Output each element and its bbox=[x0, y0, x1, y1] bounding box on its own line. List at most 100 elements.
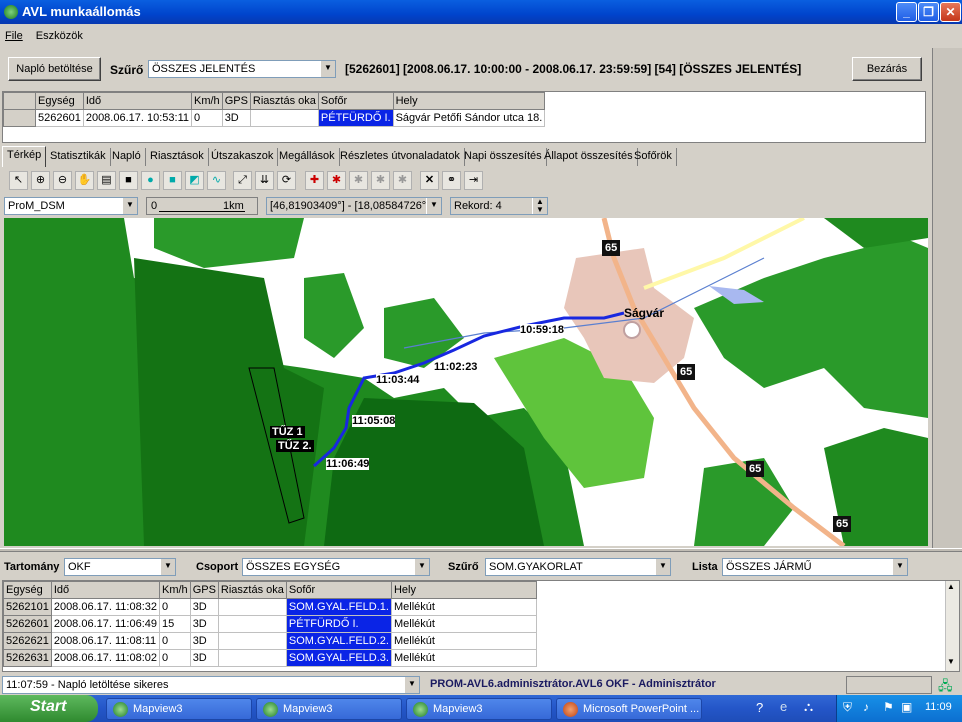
report-filter-select[interactable]: ÖSSZES JELENTÉS ▼ bbox=[148, 60, 336, 78]
coordinate-value: [46,81903409°] - [18,08584726°] bbox=[270, 200, 430, 212]
polygon-tool-icon[interactable]: ◩ bbox=[185, 171, 204, 190]
tab-stops[interactable]: Megállások bbox=[275, 148, 340, 166]
tray-flag-icon[interactable]: ⚑ bbox=[883, 700, 894, 714]
table-row[interactable]: 5262621 2008.06.17. 11:08:11 0 3D SOM.GY… bbox=[3, 632, 537, 650]
menu-file[interactable]: File bbox=[0, 28, 28, 44]
tray-network-icon[interactable]: ⛬ bbox=[804, 699, 813, 715]
zoom-extent-icon[interactable]: ⤢ bbox=[233, 171, 252, 190]
tab-statistics[interactable]: Statisztikák bbox=[46, 148, 111, 166]
coordinate-select[interactable]: [46,81903409°] - [18,08584726°] ▼ bbox=[266, 197, 442, 215]
mapview-icon bbox=[113, 702, 128, 717]
minimize-button[interactable]: _ bbox=[896, 2, 917, 22]
row-header bbox=[3, 109, 36, 127]
tab-map[interactable]: Térkép bbox=[2, 146, 47, 167]
taskbar-item-mapview-3[interactable]: Mapview3 bbox=[406, 698, 552, 720]
circle-tool-icon[interactable]: ● bbox=[141, 171, 160, 190]
splitter[interactable] bbox=[0, 548, 962, 552]
zoom-track-icon[interactable]: ⇊ bbox=[255, 171, 274, 190]
col-header-place[interactable]: Hely bbox=[390, 581, 537, 599]
bottom-filter-value: SOM.GYAKORLAT bbox=[489, 561, 583, 573]
marker-remove-icon[interactable]: ✱ bbox=[327, 171, 346, 190]
col-header-gps[interactable]: GPS bbox=[189, 581, 219, 599]
cell-time: 2008.06.17. 11:08:32 bbox=[50, 598, 161, 616]
start-button[interactable]: Start bbox=[0, 695, 98, 722]
col-header-driver[interactable]: Sofőr bbox=[317, 92, 394, 110]
clear-icon[interactable]: ✕ bbox=[420, 171, 439, 190]
map-view[interactable]: Ságvár 65 65 65 65 10:59:18 11:02:23 11:… bbox=[4, 218, 928, 546]
square-tool-icon[interactable]: ■ bbox=[163, 171, 182, 190]
scale-line bbox=[159, 211, 245, 212]
col-header-time[interactable]: Idő bbox=[50, 581, 161, 599]
table-row[interactable]: 5262101 2008.06.17. 11:08:32 0 3D SOM.GY… bbox=[3, 598, 537, 616]
refresh-map-icon[interactable]: ⟳ bbox=[277, 171, 296, 190]
report-filter-value: ÖSSZES JELENTÉS bbox=[152, 63, 256, 75]
pointer-tool-icon[interactable]: ↖ bbox=[9, 171, 28, 190]
bottom-filter-select[interactable]: SOM.GYAKORLAT ▼ bbox=[485, 558, 671, 576]
col-header-place[interactable]: Hely bbox=[392, 92, 546, 110]
app-window: AVL munkaállomás _ ❐ ✕ File Eszközök Nap… bbox=[0, 0, 962, 722]
group-select[interactable]: ÖSSZES EGYSÉG ▼ bbox=[242, 558, 430, 576]
tray-monitor-icon[interactable]: ▣ bbox=[901, 700, 912, 714]
table-row[interactable]: 5262601 2008.06.17. 11:06:49 15 3D PÉTFÜ… bbox=[3, 615, 537, 633]
binoculars-icon[interactable]: ⚭ bbox=[442, 171, 461, 190]
label-tool-icon[interactable]: ▤ bbox=[97, 171, 116, 190]
record-stepper[interactable]: Rekord: 4 ▲ ▼ bbox=[450, 197, 548, 215]
domain-select[interactable]: OKF ▼ bbox=[64, 558, 176, 576]
taskbar-item-mapview-1[interactable]: Mapview3 bbox=[106, 698, 252, 720]
export-icon[interactable]: ⇥ bbox=[464, 171, 483, 190]
select-rect-icon[interactable]: ■ bbox=[119, 171, 138, 190]
vehicle-table-scrollbar[interactable]: ▲ ▼ bbox=[945, 581, 959, 671]
col-header-speed[interactable]: Km/h bbox=[159, 581, 191, 599]
log-status-select[interactable]: 11:07:59 - Napló letöltése sikeres ▼ bbox=[2, 676, 420, 694]
clock[interactable]: 11:09 bbox=[925, 701, 952, 713]
col-header-alarm[interactable]: Riasztás oka bbox=[249, 92, 319, 110]
chevron-down-icon: ▼ bbox=[404, 677, 419, 693]
scroll-up-icon[interactable]: ▲ bbox=[947, 582, 955, 591]
zoom-out-icon[interactable]: ⊖ bbox=[53, 171, 72, 190]
load-log-button[interactable]: Napló betöltése bbox=[8, 57, 101, 81]
map-canvas[interactable] bbox=[4, 218, 928, 546]
cell-gps: 3D bbox=[189, 649, 219, 667]
polyline-tool-icon[interactable]: ∿ bbox=[207, 171, 226, 190]
col-header-speed[interactable]: Km/h bbox=[191, 92, 223, 110]
marker-disabled-3-icon: ✱ bbox=[393, 171, 412, 190]
tab-status-summary[interactable]: Állapot összesítés bbox=[540, 148, 638, 166]
chevron-down-icon: ▼ bbox=[655, 559, 670, 575]
col-header-driver[interactable]: Sofőr bbox=[285, 581, 392, 599]
menu-tools[interactable]: Eszközök bbox=[31, 28, 88, 44]
tab-drivers[interactable]: Sofőrök bbox=[630, 148, 677, 166]
tab-segments[interactable]: Útszakaszok bbox=[207, 148, 279, 166]
tray-ie-icon[interactable]: e bbox=[780, 699, 787, 714]
col-header-unit[interactable]: Egység bbox=[35, 92, 84, 110]
tab-route-details[interactable]: Részletes útvonaladatok bbox=[336, 148, 465, 166]
zoom-in-icon[interactable]: ⊕ bbox=[31, 171, 50, 190]
tray-volume-icon[interactable]: ♪ bbox=[863, 700, 869, 714]
tab-alarms[interactable]: Riasztások bbox=[146, 148, 209, 166]
table-row[interactable]: 5262601 2008.06.17. 10:53:11 0 3D PÉTFÜR… bbox=[3, 109, 546, 127]
taskbar-item-powerpoint[interactable]: Microsoft PowerPoint ... bbox=[556, 698, 702, 720]
maximize-button[interactable]: ❐ bbox=[918, 2, 939, 22]
table-row[interactable]: 5262631 2008.06.17. 11:08:02 0 3D SOM.GY… bbox=[3, 649, 537, 667]
map-layer-select[interactable]: ProM_DSM ▼ bbox=[4, 197, 138, 215]
cell-unit: 5262601 bbox=[35, 109, 84, 127]
col-header-unit[interactable]: Egység bbox=[3, 581, 52, 599]
taskbar-item-mapview-2[interactable]: Mapview3 bbox=[256, 698, 402, 720]
col-header-alarm[interactable]: Riasztás oka bbox=[217, 581, 287, 599]
scroll-down-icon[interactable]: ▼ bbox=[947, 657, 955, 666]
task-label: Microsoft PowerPoint ... bbox=[583, 703, 700, 715]
tray-shield-icon[interactable]: ⛨ bbox=[843, 700, 852, 715]
tab-daily-summary[interactable]: Napi összesítés bbox=[460, 148, 547, 166]
cell-unit: 5262621 bbox=[3, 632, 52, 650]
col-header-gps[interactable]: GPS bbox=[221, 92, 251, 110]
list-select[interactable]: ÖSSZES JÁRMŰ ▼ bbox=[722, 558, 908, 576]
close-window-button[interactable]: ✕ bbox=[940, 2, 961, 22]
close-report-button[interactable]: Bezárás bbox=[852, 57, 922, 81]
cell-time: 2008.06.17. 11:08:11 bbox=[50, 632, 161, 650]
tab-log[interactable]: Napló bbox=[108, 148, 146, 166]
marker-tool-icon[interactable]: ✚ bbox=[305, 171, 324, 190]
spin-arrows-icon[interactable]: ▲ ▼ bbox=[532, 198, 547, 214]
tray-help-icon[interactable]: ? bbox=[756, 700, 763, 715]
pan-hand-icon[interactable]: ✋ bbox=[75, 171, 94, 190]
col-header-time[interactable]: Idő bbox=[82, 92, 193, 110]
status-panel bbox=[846, 676, 932, 694]
